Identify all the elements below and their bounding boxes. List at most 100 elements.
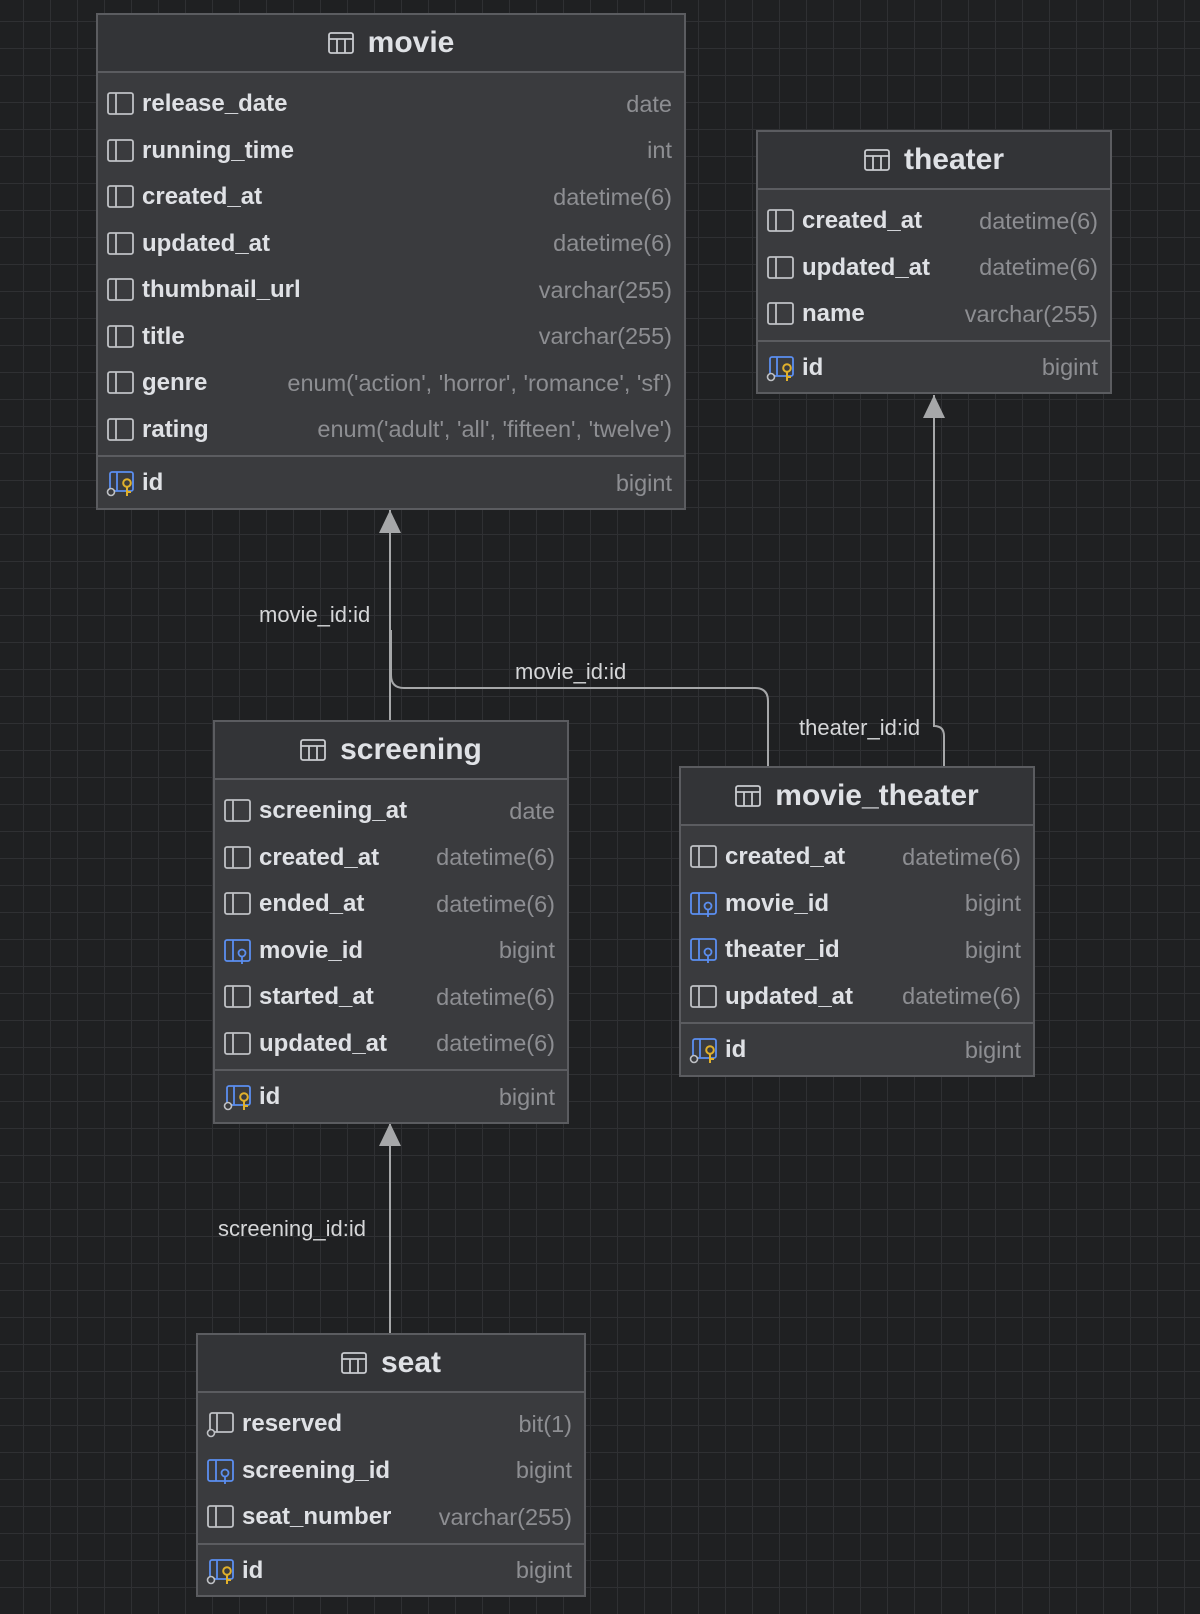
primary-key-icon bbox=[206, 1557, 236, 1585]
column-name: movie_id bbox=[259, 936, 364, 964]
column-name: release_date bbox=[142, 90, 288, 118]
column-row-created-at[interactable]: created_at datetime(6) bbox=[758, 198, 1110, 245]
column-row-updated-at[interactable]: updated_at datetime(6) bbox=[681, 974, 1033, 1021]
primary-key-icon bbox=[223, 1083, 253, 1111]
column-type: datetime(6) bbox=[979, 207, 1098, 234]
relation-line-movie-theater-theater[interactable] bbox=[933, 395, 945, 766]
column-row-created-at[interactable]: created_at datetime(6) bbox=[98, 174, 684, 221]
column-name: created_at bbox=[142, 183, 263, 211]
table-name: seat bbox=[380, 1346, 442, 1379]
column-list: release_date date running_time int created_a… bbox=[98, 73, 684, 509]
column-icon bbox=[106, 416, 136, 444]
relation-arrow-movie-theater-theater bbox=[923, 395, 945, 418]
column-row-thumbnail-url[interactable]: thumbnail_url varchar(255) bbox=[98, 267, 684, 314]
column-type: datetime(6) bbox=[553, 183, 672, 210]
column-name: id bbox=[725, 1036, 747, 1063]
table-name: movie bbox=[367, 26, 455, 59]
column-row-reserved[interactable]: reserved bit(1) bbox=[198, 1401, 584, 1448]
column-row-created-at[interactable]: created_at datetime(6) bbox=[215, 835, 567, 882]
column-row-rating[interactable]: rating enum('adult', 'all', 'fifteen', 't… bbox=[98, 407, 684, 454]
column-name: id bbox=[142, 469, 164, 496]
column-type: datetime(6) bbox=[436, 1030, 555, 1057]
column-type: datetime(6) bbox=[436, 890, 555, 917]
column-row-name[interactable]: name varchar(255) bbox=[758, 291, 1110, 338]
column-type: varchar(255) bbox=[438, 1503, 572, 1530]
column-row-screening-at[interactable]: screening_at date bbox=[215, 788, 567, 835]
relation-label-seat-screening: screening_id:id bbox=[218, 1216, 366, 1241]
table-header[interactable]: seat bbox=[198, 1335, 584, 1393]
column-row-ended-at[interactable]: ended_at datetime(6) bbox=[215, 881, 567, 928]
table-icon bbox=[341, 1352, 367, 1374]
column-name: updated_at bbox=[259, 1029, 388, 1057]
column-type: bit(1) bbox=[518, 1410, 572, 1437]
column-row-title[interactable]: title varchar(255) bbox=[98, 314, 684, 361]
column-row-started-at[interactable]: started_at datetime(6) bbox=[215, 974, 567, 1021]
column-type: bigint bbox=[964, 1036, 1021, 1063]
er-diagram-canvas: movie_id:id movie_id:id theater_id:id sc… bbox=[0, 0, 1200, 1614]
primary-key-row[interactable]: id bigint bbox=[215, 1071, 567, 1123]
table-screening[interactable]: screening screening_at date created_at datet… bbox=[213, 720, 569, 1124]
column-list: reserved bit(1) screening_id bigint seat_num… bbox=[198, 1393, 584, 1597]
table-theater[interactable]: theater created_at datetime(6) updated_at da… bbox=[756, 130, 1112, 394]
column-row-updated-at[interactable]: updated_at datetime(6) bbox=[215, 1021, 567, 1068]
column-icon bbox=[106, 323, 136, 351]
primary-key-row[interactable]: id bigint bbox=[681, 1024, 1033, 1076]
table-header[interactable]: movie_theater bbox=[681, 768, 1033, 826]
column-row-updated-at[interactable]: updated_at datetime(6) bbox=[758, 245, 1110, 292]
column-icon bbox=[223, 983, 253, 1011]
column-row-theater-id[interactable]: theater_id bigint bbox=[681, 927, 1033, 974]
column-row-updated-at[interactable]: updated_at datetime(6) bbox=[98, 221, 684, 268]
table-movie-theater[interactable]: movie_theater created_at datetime(6) movie_… bbox=[679, 766, 1035, 1077]
table-seat[interactable]: seat reserved bit(1) screening_id bigint seat… bbox=[196, 1333, 586, 1597]
table-icon bbox=[735, 785, 762, 807]
primary-key-row[interactable]: id bigint bbox=[758, 342, 1110, 394]
column-name: started_at bbox=[259, 983, 374, 1011]
column-type: datetime(6) bbox=[436, 983, 555, 1010]
primary-key-icon bbox=[689, 1036, 719, 1064]
table-header[interactable]: screening bbox=[215, 722, 567, 780]
column-icon bbox=[689, 843, 719, 871]
column-name: id bbox=[802, 353, 824, 381]
primary-key-row[interactable]: id bigint bbox=[198, 1545, 584, 1597]
table-movie[interactable]: movie release_date date running_time int crea… bbox=[96, 13, 686, 510]
column-row-created-at[interactable]: created_at datetime(6) bbox=[681, 834, 1033, 881]
column-icon bbox=[766, 254, 796, 282]
table-header[interactable]: movie bbox=[98, 15, 684, 73]
column-type: date bbox=[509, 797, 555, 824]
column-icon bbox=[223, 797, 253, 825]
primary-key-icon bbox=[766, 354, 796, 382]
column-name: screening_id bbox=[242, 1456, 391, 1484]
column-icon bbox=[106, 369, 136, 397]
relation-arrow-seat-screening bbox=[379, 1123, 401, 1146]
column-type: datetime(6) bbox=[553, 230, 672, 257]
column-name: rating bbox=[142, 415, 209, 443]
column-name: title bbox=[142, 322, 185, 350]
column-icon bbox=[766, 207, 796, 235]
column-icon bbox=[223, 844, 253, 872]
table-header[interactable]: theater bbox=[758, 132, 1110, 190]
column-name: id bbox=[242, 1556, 264, 1584]
column-type: datetime(6) bbox=[902, 983, 1021, 1010]
column-name: seat_number bbox=[242, 1503, 392, 1531]
primary-key-row[interactable]: id bigint bbox=[98, 457, 684, 509]
column-icon bbox=[106, 137, 136, 165]
column-row-movie-id[interactable]: movie_id bigint bbox=[215, 928, 567, 975]
column-icon bbox=[106, 90, 136, 118]
column-type: int bbox=[647, 137, 672, 164]
table-name: screening bbox=[340, 733, 482, 766]
column-type: bigint bbox=[964, 890, 1021, 917]
column-name: updated_at bbox=[725, 982, 854, 1010]
column-row-running-time[interactable]: running_time int bbox=[98, 128, 684, 175]
column-row-movie-id[interactable]: movie_id bigint bbox=[681, 881, 1033, 928]
column-row-screening-id[interactable]: screening_id bigint bbox=[198, 1448, 584, 1495]
column-name: movie_id bbox=[725, 889, 830, 917]
column-name: id bbox=[259, 1083, 281, 1110]
column-row-genre[interactable]: genre enum('action', 'horror', 'romance',… bbox=[98, 360, 684, 407]
foreign-key-icon bbox=[223, 937, 253, 965]
column-list: created_at datetime(6) updated_at datetime(… bbox=[758, 190, 1110, 394]
column-row-release-date[interactable]: release_date date bbox=[98, 81, 684, 128]
column-type: bigint bbox=[1041, 354, 1098, 380]
column-row-seat-number[interactable]: seat_number varchar(255) bbox=[198, 1494, 584, 1541]
column-name: name bbox=[802, 300, 865, 328]
column-name: thumbnail_url bbox=[142, 276, 301, 304]
